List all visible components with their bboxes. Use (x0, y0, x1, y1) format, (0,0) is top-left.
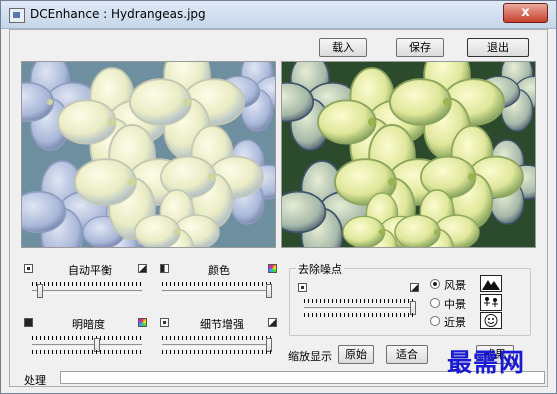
fit-button[interactable]: 适合 (386, 345, 428, 364)
slider-track (162, 290, 272, 294)
auto-balance-max-icon (138, 264, 147, 273)
client-area: 载入 保存 退出 自动平衡 颜色 明暗度 细节增强 去除噪点 风景 中景 近景 … (9, 29, 548, 387)
face-icon[interactable] (480, 312, 502, 329)
app-window: DCEnhance : Hydrangeas.jpg x 载入 保存 退出 自动… (0, 0, 557, 394)
detail-min-icon (160, 318, 169, 327)
enhanced-image (281, 61, 536, 248)
slider-track (32, 290, 142, 294)
detail-max-icon (268, 318, 277, 327)
denoise-group: 去除噪点 风景 中景 近景 (289, 261, 531, 336)
slider-track (32, 344, 142, 348)
closeup-label: 近景 (444, 316, 466, 329)
slider-track (162, 344, 272, 348)
landscape-label: 风景 (444, 279, 466, 292)
original-image (21, 61, 276, 248)
save-button[interactable]: 保存 (396, 38, 444, 57)
radio-midrange[interactable] (430, 298, 440, 308)
slider-ticks (162, 350, 272, 354)
denoise-slider[interactable] (304, 299, 416, 317)
color-slider[interactable] (162, 282, 272, 300)
detail-label: 细节增强 (200, 318, 244, 331)
people-icon[interactable] (480, 294, 502, 311)
denoise-title: 去除噪点 (296, 261, 344, 277)
app-icon (9, 8, 25, 23)
slider-track (304, 307, 416, 311)
slider-ticks (32, 350, 142, 354)
slider-thumb[interactable] (266, 284, 272, 298)
brightness-label: 明暗度 (72, 318, 105, 331)
radio-landscape[interactable] (430, 279, 440, 289)
slider-ticks (162, 336, 272, 340)
close-button[interactable]: x (503, 3, 548, 23)
slider-ticks (304, 299, 416, 303)
midrange-label: 中景 (444, 298, 466, 311)
brightness-max-icon (138, 318, 147, 327)
slider-ticks (162, 282, 272, 286)
denoise-max-icon (410, 283, 419, 292)
original-size-button[interactable]: 原始 (338, 345, 374, 364)
slider-ticks (32, 282, 142, 286)
slider-thumb[interactable] (37, 284, 44, 298)
processing-label: 处理 (24, 374, 46, 387)
detail-slider[interactable] (162, 336, 272, 354)
slider-ticks (304, 313, 416, 317)
auto-balance-min-icon (24, 264, 33, 273)
landscape-icon[interactable] (480, 275, 502, 292)
auto-balance-slider[interactable] (32, 282, 142, 300)
title-bar: DCEnhance : Hydrangeas.jpg x (1, 1, 556, 29)
color-max-icon (268, 264, 277, 273)
color-label: 颜色 (208, 264, 230, 277)
zoom-label: 缩放显示 (288, 350, 332, 363)
load-button[interactable]: 载入 (319, 38, 367, 57)
color-min-icon (160, 264, 169, 273)
radio-closeup[interactable] (430, 316, 440, 326)
auto-balance-label: 自动平衡 (68, 264, 112, 277)
exit-button[interactable]: 退出 (467, 38, 529, 57)
brightness-slider[interactable] (32, 336, 142, 354)
window-title: DCEnhance : Hydrangeas.jpg (30, 7, 206, 21)
slider-ticks (32, 336, 142, 340)
watermark: 最需网 (447, 348, 526, 377)
brightness-min-icon (24, 318, 33, 327)
denoise-min-icon (298, 283, 307, 292)
